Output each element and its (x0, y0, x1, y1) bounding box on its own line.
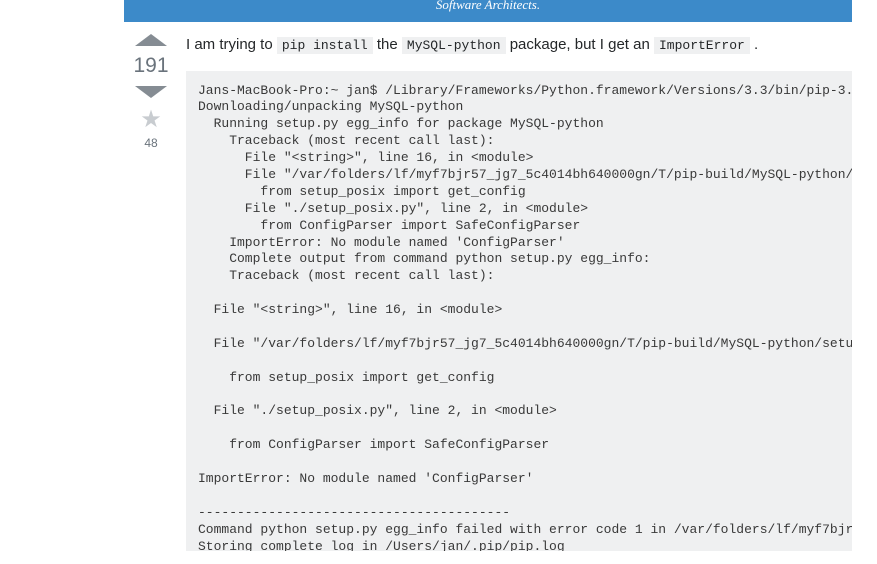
prose-text: . (754, 36, 758, 53)
prose-text: the (377, 36, 402, 53)
vote-score: 191 (128, 54, 174, 78)
inline-code-importerror: ImportError (654, 37, 750, 54)
favorite-count: 48 (128, 136, 174, 150)
prose-text: I am trying to (186, 36, 277, 53)
ad-banner-text: Software Architects. (436, 0, 540, 12)
terminal-output-block[interactable]: Jans-MacBook-Pro:~ jan$ /Library/Framewo… (186, 71, 852, 551)
inline-code-pip-install: pip install (277, 37, 373, 54)
post-body: I am trying to pip install the MySQL-pyt… (174, 34, 877, 564)
ad-banner[interactable]: Software Architects. (124, 0, 852, 22)
inline-code-mysql-python: MySQL-python (402, 37, 506, 54)
downvote-icon[interactable] (135, 86, 167, 98)
question-text: I am trying to pip install the MySQL-pyt… (186, 34, 852, 57)
prose-text: package, but I get an (510, 36, 654, 53)
vote-cell: 191 ★ 48 (128, 34, 174, 564)
favorite-star-icon[interactable]: ★ (128, 108, 174, 132)
upvote-icon[interactable] (135, 34, 167, 46)
